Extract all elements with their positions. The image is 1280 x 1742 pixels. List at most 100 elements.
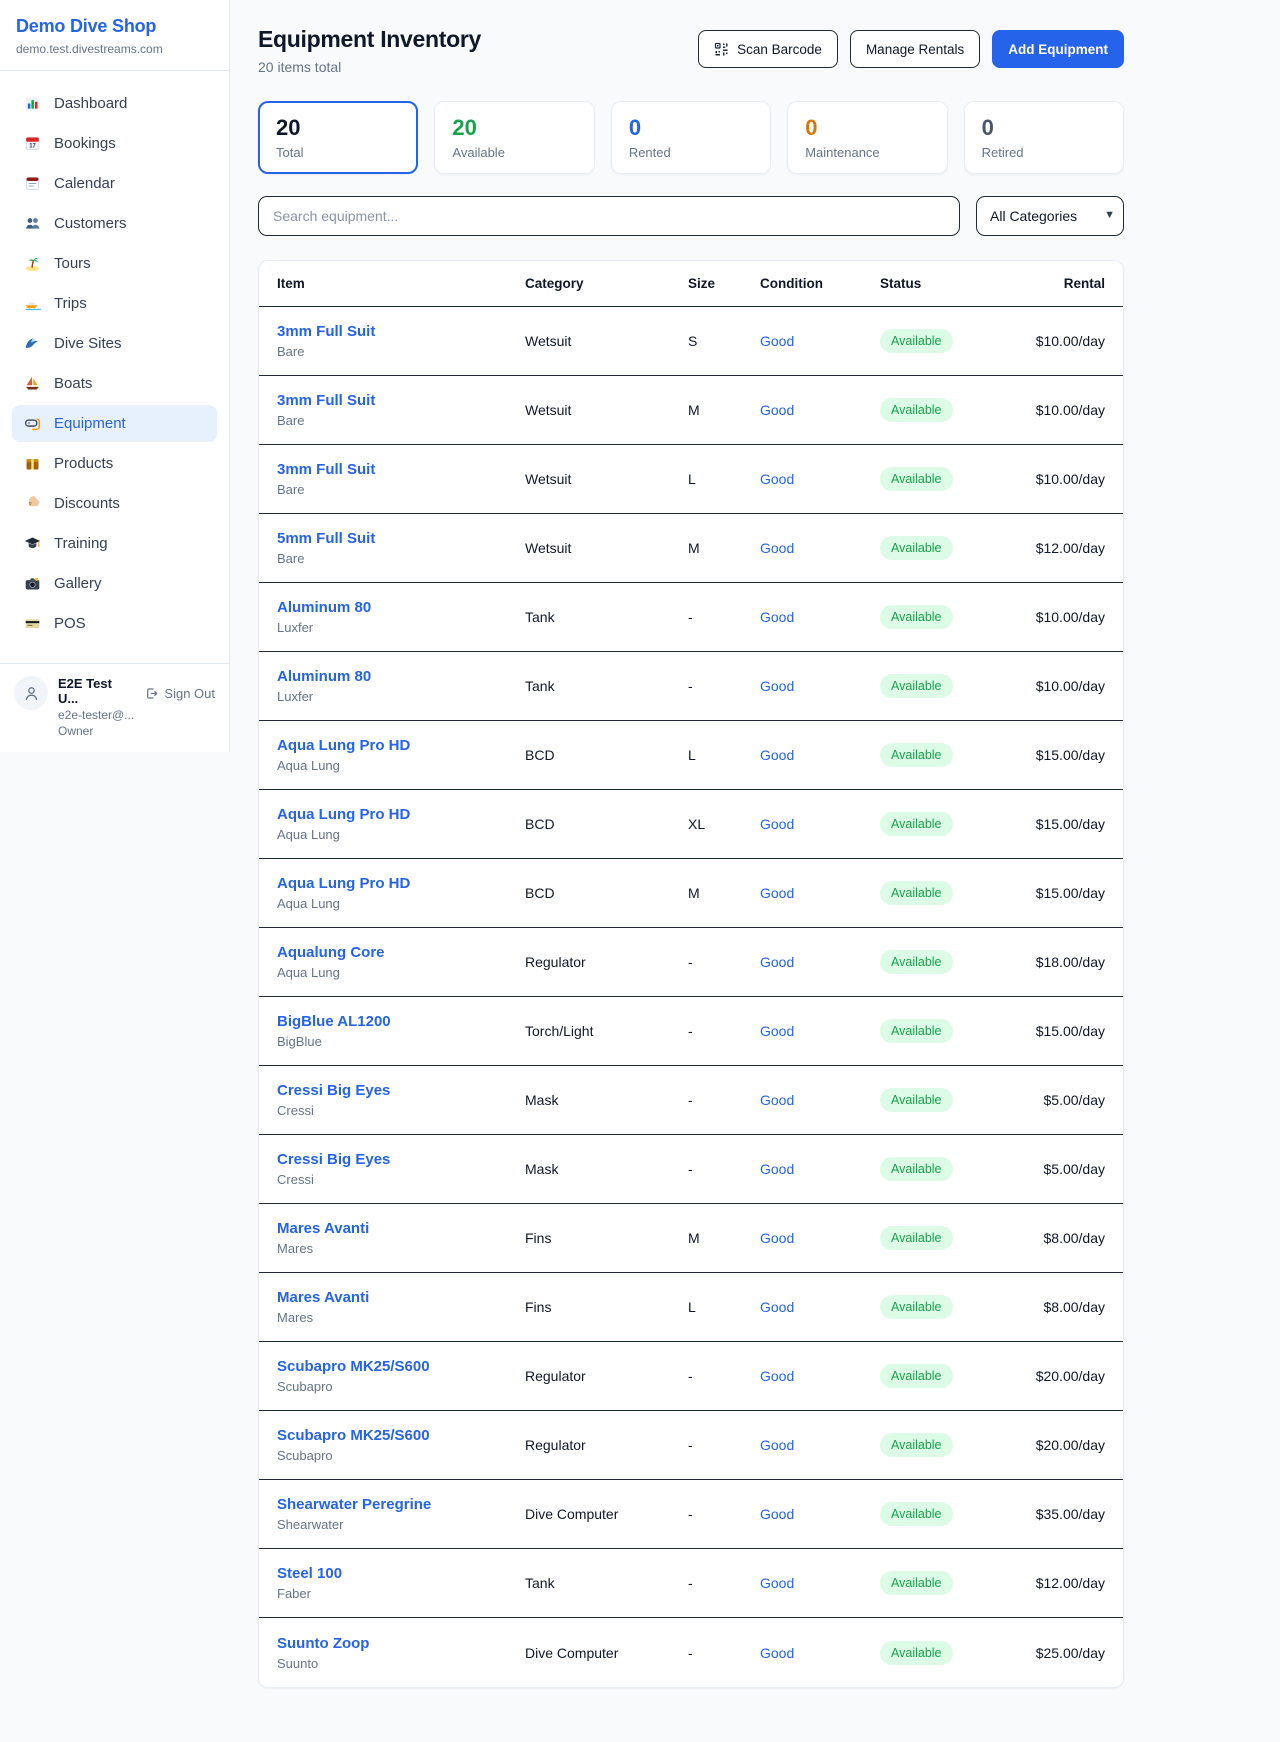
condition-link[interactable]: Good xyxy=(760,540,880,556)
category-select[interactable]: All Categories xyxy=(976,196,1124,236)
brand-link[interactable]: Demo Dive Shop xyxy=(16,16,213,37)
app-root: Demo Dive Shop demo.test.divestreams.com… xyxy=(0,0,1280,1720)
status-badge: Available xyxy=(880,1364,953,1388)
size-cell: L xyxy=(688,747,760,763)
sidebar-item-pos[interactable]: POS xyxy=(12,605,217,642)
stat-label: Available xyxy=(452,145,576,160)
status-badge: Available xyxy=(880,1571,953,1595)
item-link[interactable]: Cressi Big Eyes xyxy=(277,1082,525,1099)
stats-row: 20 Total 20 Available 0 Rented 0 Mainten… xyxy=(258,101,1124,174)
condition-link[interactable]: Good xyxy=(760,471,880,487)
item-link[interactable]: Cressi Big Eyes xyxy=(277,1151,525,1168)
condition-link[interactable]: Good xyxy=(760,1437,880,1453)
stat-card-maintenance[interactable]: 0 Maintenance xyxy=(787,101,947,174)
item-cell: 3mm Full Suit Bare xyxy=(277,392,525,428)
condition-link[interactable]: Good xyxy=(760,1092,880,1108)
item-link[interactable]: Shearwater Peregrine xyxy=(277,1496,525,1513)
sidebar-item-products[interactable]: Products xyxy=(12,445,217,482)
sidebar-item-bookings[interactable]: 17 Bookings xyxy=(12,125,217,162)
condition-link[interactable]: Good xyxy=(760,678,880,694)
condition-link[interactable]: Good xyxy=(760,402,880,418)
item-link[interactable]: Aluminum 80 xyxy=(277,668,525,685)
item-brand: Faber xyxy=(277,1586,525,1601)
col-category: Category xyxy=(525,276,688,291)
item-cell: 5mm Full Suit Bare xyxy=(277,530,525,566)
item-cell: BigBlue AL1200 BigBlue xyxy=(277,1013,525,1049)
table-row: Aqua Lung Pro HD Aqua Lung BCD L Good Av… xyxy=(259,721,1123,790)
item-link[interactable]: 3mm Full Suit xyxy=(277,392,525,409)
condition-link[interactable]: Good xyxy=(760,747,880,763)
item-link[interactable]: Aluminum 80 xyxy=(277,599,525,616)
condition-link[interactable]: Good xyxy=(760,816,880,832)
item-link[interactable]: 5mm Full Suit xyxy=(277,530,525,547)
scan-barcode-button[interactable]: Scan Barcode xyxy=(698,30,838,68)
motorboat-icon xyxy=(22,294,42,314)
item-link[interactable]: Scubapro MK25/S600 xyxy=(277,1358,525,1375)
sidebar-item-discounts[interactable]: Discounts xyxy=(12,485,217,522)
sidebar-item-boats[interactable]: Boats xyxy=(12,365,217,402)
item-link[interactable]: Aqua Lung Pro HD xyxy=(277,737,525,754)
items-total: 20 items total xyxy=(258,59,481,75)
item-brand: Cressi xyxy=(277,1172,525,1187)
condition-link[interactable]: Good xyxy=(760,1161,880,1177)
condition-link[interactable]: Good xyxy=(760,1230,880,1246)
item-link[interactable]: Aqua Lung Pro HD xyxy=(277,875,525,892)
sidebar-item-dive-sites[interactable]: Dive Sites xyxy=(12,325,217,362)
stat-card-total[interactable]: 20 Total xyxy=(258,101,418,174)
condition-link[interactable]: Good xyxy=(760,1645,880,1661)
sign-out-button[interactable]: Sign Out xyxy=(144,686,215,701)
condition-link[interactable]: Good xyxy=(760,885,880,901)
category-cell: Dive Computer xyxy=(525,1645,688,1661)
item-link[interactable]: Suunto Zoop xyxy=(277,1635,525,1652)
main-content: Equipment Inventory 20 items total Scan … xyxy=(258,0,1124,1720)
status-badge: Available xyxy=(880,467,953,491)
search-input[interactable] xyxy=(258,196,960,236)
condition-link[interactable]: Good xyxy=(760,1575,880,1591)
add-equipment-button[interactable]: Add Equipment xyxy=(992,30,1124,68)
item-link[interactable]: Mares Avanti xyxy=(277,1220,525,1237)
item-cell: Aqua Lung Pro HD Aqua Lung xyxy=(277,875,525,911)
user-card: E2E Test U... e2e-tester@... Owner Sign … xyxy=(0,663,229,752)
condition-link[interactable]: Good xyxy=(760,609,880,625)
sidebar-item-calendar[interactable]: Calendar xyxy=(12,165,217,202)
rental-cell: $5.00/day xyxy=(1022,1161,1105,1177)
stat-card-rented[interactable]: 0 Rented xyxy=(611,101,771,174)
item-link[interactable]: Aqualung Core xyxy=(277,944,525,961)
condition-link[interactable]: Good xyxy=(760,1506,880,1522)
condition-link[interactable]: Good xyxy=(760,954,880,970)
item-brand: Aqua Lung xyxy=(277,896,525,911)
item-link[interactable]: Mares Avanti xyxy=(277,1289,525,1306)
sidebar-item-tours[interactable]: Tours xyxy=(12,245,217,282)
sidebar-item-gallery[interactable]: Gallery xyxy=(12,565,217,602)
condition-link[interactable]: Good xyxy=(760,1299,880,1315)
stat-card-available[interactable]: 20 Available xyxy=(434,101,594,174)
condition-link[interactable]: Good xyxy=(760,1023,880,1039)
item-link[interactable]: Scubapro MK25/S600 xyxy=(277,1427,525,1444)
item-brand: Bare xyxy=(277,413,525,428)
sidebar-item-equipment[interactable]: Equipment xyxy=(12,405,217,442)
sidebar-item-trips[interactable]: Trips xyxy=(12,285,217,322)
item-link[interactable]: Steel 100 xyxy=(277,1565,525,1582)
user-role: Owner xyxy=(58,724,134,738)
sidebar-item-customers[interactable]: Customers xyxy=(12,205,217,242)
status-cell: Available xyxy=(880,605,1022,629)
stat-card-retired[interactable]: 0 Retired xyxy=(964,101,1124,174)
status-cell: Available xyxy=(880,1088,1022,1112)
item-link[interactable]: 3mm Full Suit xyxy=(277,461,525,478)
condition-link[interactable]: Good xyxy=(760,333,880,349)
col-rental: Rental xyxy=(1022,276,1105,291)
condition-link[interactable]: Good xyxy=(760,1368,880,1384)
item-link[interactable]: 3mm Full Suit xyxy=(277,323,525,340)
status-badge: Available xyxy=(880,812,953,836)
sidebar-item-dashboard[interactable]: Dashboard xyxy=(12,85,217,122)
rental-cell: $10.00/day xyxy=(1022,402,1105,418)
status-cell: Available xyxy=(880,1364,1022,1388)
item-link[interactable]: BigBlue AL1200 xyxy=(277,1013,525,1030)
sidebar-item-label: Dive Sites xyxy=(54,335,122,352)
sidebar-item-training[interactable]: Training xyxy=(12,525,217,562)
stat-label: Retired xyxy=(982,145,1106,160)
user-email: e2e-tester@... xyxy=(58,708,134,722)
stat-value: 20 xyxy=(452,115,576,141)
item-link[interactable]: Aqua Lung Pro HD xyxy=(277,806,525,823)
manage-rentals-button[interactable]: Manage Rentals xyxy=(850,30,980,68)
